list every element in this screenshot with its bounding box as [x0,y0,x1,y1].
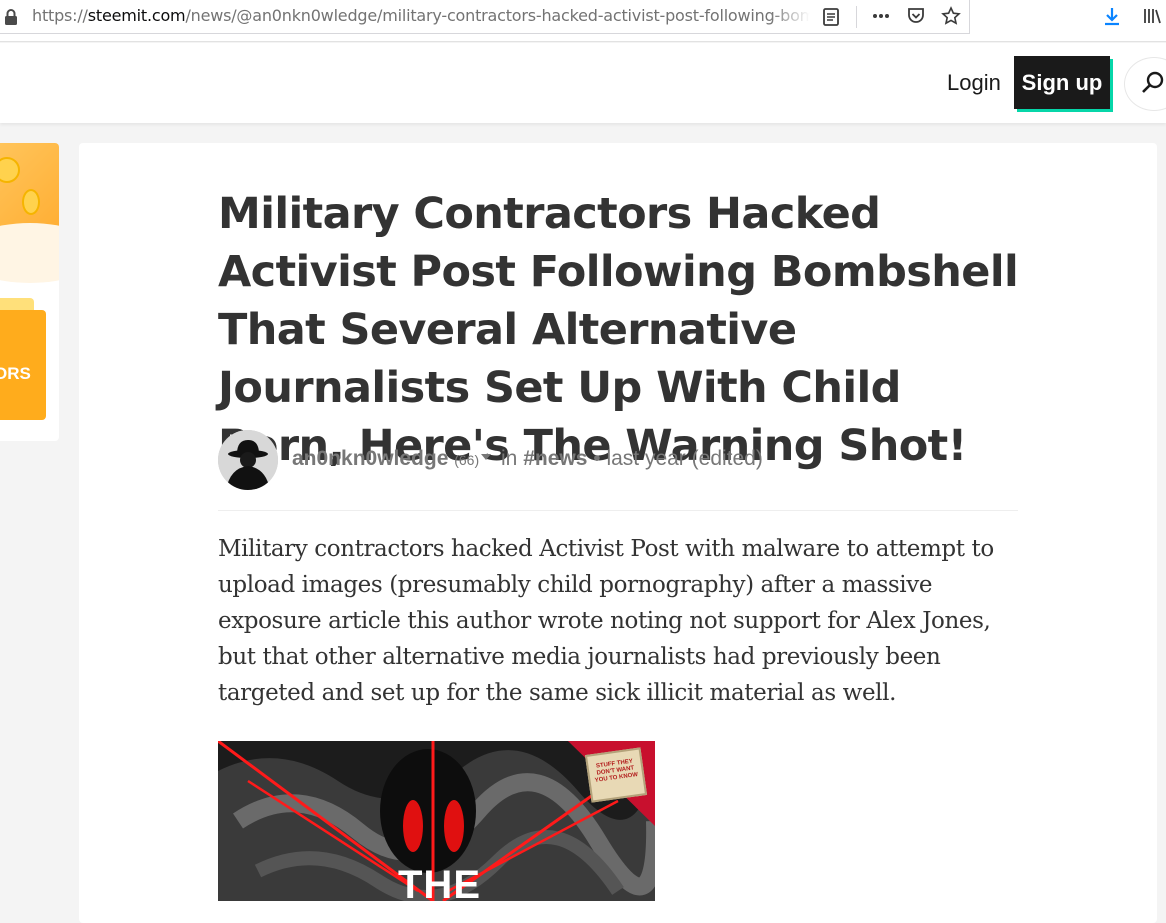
url-host: steemit.com [87,6,186,25]
library-icon[interactable] [1142,6,1162,26]
article-body: Military contractors hacked Activist Pos… [218,536,994,706]
author-link[interactable]: an0nkn0wledge [292,447,448,470]
download-icon[interactable] [1102,6,1122,26]
article-image[interactable]: THE STUFF THEY DON'T WANT YOU TO KNOW [218,741,655,901]
reader-view-icon[interactable] [821,7,841,27]
ad-text: ORS [0,364,31,383]
lock-icon[interactable] [4,9,18,25]
search-icon[interactable] [1140,70,1166,96]
image-caption-text: THE [398,863,481,901]
browser-toolbar: https://steemit.com/news/@an0nkn0wledge/… [0,0,1166,42]
post-meta: an0nkn0wledge (66) in #news • last year … [292,447,763,471]
url-text[interactable]: https://steemit.com/news/@an0nkn0wledge/… [32,6,810,25]
signup-button[interactable]: Sign up [1014,56,1110,109]
address-bar[interactable]: https://steemit.com/news/@an0nkn0wledge/… [0,0,970,34]
sidebar-ad[interactable]: ORS [0,143,59,441]
divider [218,510,1018,511]
post-time[interactable]: last year [606,447,685,470]
url-fade [770,2,810,30]
tag-link[interactable]: #news [523,447,587,470]
coin-icon [22,189,40,215]
toolbar-separator [856,6,857,28]
login-link[interactable]: Login [947,70,1001,96]
avatar[interactable] [218,430,278,490]
site-header: Login Sign up [0,43,1166,123]
url-path: /news/@an0nkn0wledge/military-contractor… [185,6,810,25]
bookmark-star-icon[interactable] [941,6,961,26]
chevron-down-icon[interactable] [481,454,492,461]
url-prefix: https:// [32,6,88,25]
in-label: in [500,447,518,470]
pocket-icon[interactable] [906,6,926,26]
more-actions-icon[interactable] [871,6,891,26]
author-reputation: (66) [454,452,480,468]
ad-wave [0,223,59,283]
article-title: Military Contractors Hacked Activist Pos… [218,189,1019,471]
avatar-image [218,430,278,490]
meta-bullet: • [593,447,601,470]
edited-label: (edited) [691,447,763,470]
image-badge: STUFF THEY DON'T WANT YOU TO KNOW [584,747,648,803]
